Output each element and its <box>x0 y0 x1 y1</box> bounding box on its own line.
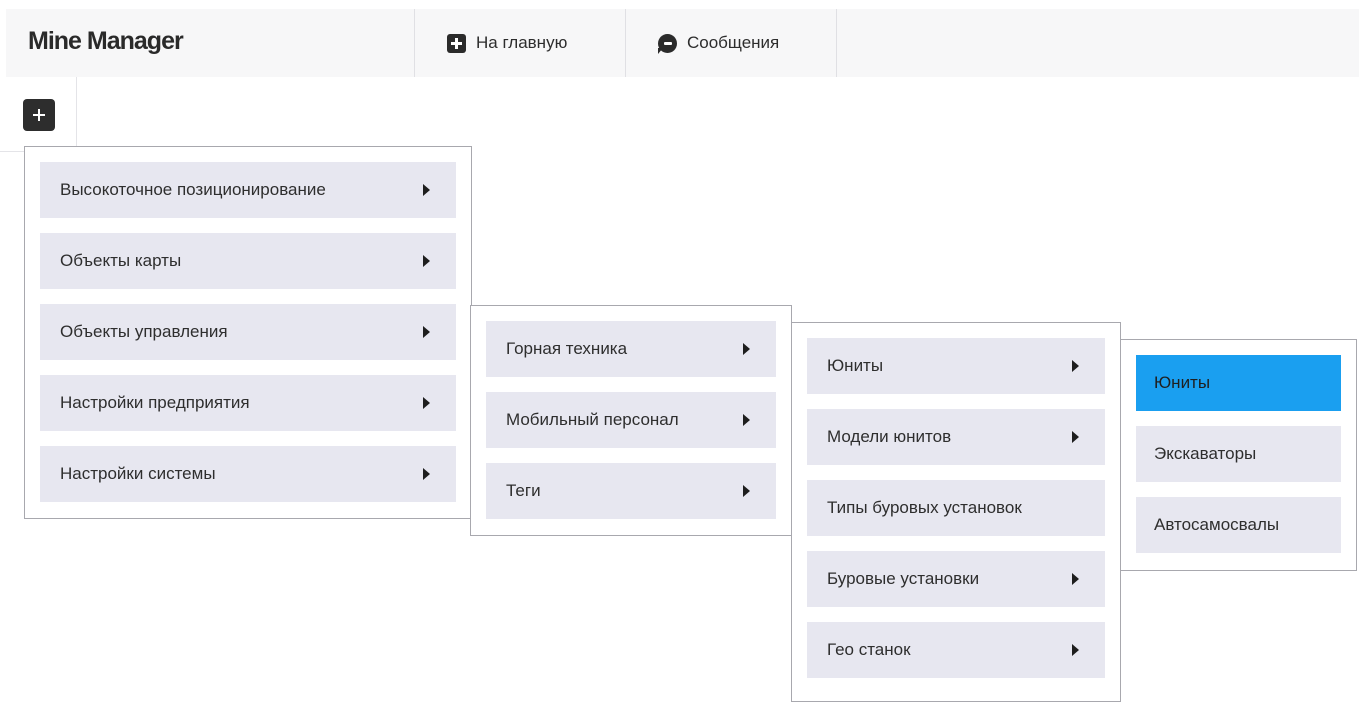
menu-item-label: Мобильный персонал <box>506 410 679 429</box>
menu-item-label: Горная техника <box>506 339 628 358</box>
caret-right-icon <box>743 485 750 497</box>
nav-home-link[interactable]: На главную <box>414 9 626 77</box>
top-navbar: Mine Manager На главную Сообщения <box>6 9 1359 77</box>
app-title[interactable]: Mine Manager <box>28 9 184 77</box>
caret-right-icon <box>423 326 430 338</box>
menu-item-label: Модели юнитов <box>827 427 952 446</box>
menu-item-label: Настройки предприятия <box>60 393 250 412</box>
caret-right-icon <box>423 255 430 267</box>
menu-item-precise-positioning[interactable]: Высокоточное позиционирование <box>40 162 456 218</box>
nav-messages-link[interactable]: Сообщения <box>625 9 837 77</box>
menu-level-3: Юниты Модели юнитов Типы буровых установ… <box>791 322 1121 702</box>
menu-item-label: Экскаваторы <box>1154 444 1257 463</box>
menu-item-label: Буровые установки <box>827 569 980 588</box>
menu-item-drill-rigs[interactable]: Буровые установки <box>807 551 1105 607</box>
menu-item-label: Юниты <box>827 356 884 375</box>
menu-item-geo-machine[interactable]: Гео станок <box>807 622 1105 678</box>
menu-item-excavators[interactable]: Экскаваторы <box>1136 426 1341 482</box>
add-button[interactable] <box>23 99 55 131</box>
nav-home-label: На главную <box>476 33 568 52</box>
menu-item-dump-trucks[interactable]: Автосамосвалы <box>1136 497 1341 553</box>
menu-item-mining-equipment[interactable]: Горная техника <box>486 321 776 377</box>
menu-item-unit-models[interactable]: Модели юнитов <box>807 409 1105 465</box>
menu-item-map-objects[interactable]: Объекты карты <box>40 233 456 289</box>
menu-item-label: Настройки системы <box>60 464 216 483</box>
caret-right-icon <box>743 343 750 355</box>
menu-item-label: Юниты <box>1154 373 1211 392</box>
menu-item-label: Типы буровых установок <box>827 498 1022 517</box>
menu-item-tags[interactable]: Теги <box>486 463 776 519</box>
plus-square-icon <box>447 33 466 53</box>
nav-messages-label: Сообщения <box>687 33 780 52</box>
menu-item-label: Гео станок <box>827 640 911 659</box>
menu-item-label: Автосамосвалы <box>1154 515 1280 534</box>
menu-item-enterprise-settings[interactable]: Настройки предприятия <box>40 375 456 431</box>
caret-right-icon <box>423 397 430 409</box>
menu-item-units-active[interactable]: Юниты <box>1136 355 1341 411</box>
caret-right-icon <box>1072 431 1079 443</box>
caret-right-icon <box>423 468 430 480</box>
menu-item-label: Объекты управления <box>60 322 228 341</box>
menu-item-mobile-personnel[interactable]: Мобильный персонал <box>486 392 776 448</box>
menu-item-label: Теги <box>506 481 541 500</box>
menu-level-4: Юниты Экскаваторы Автосамосвалы <box>1120 339 1357 571</box>
caret-right-icon <box>1072 573 1079 585</box>
add-area <box>0 77 77 152</box>
menu-item-system-settings[interactable]: Настройки системы <box>40 446 456 502</box>
caret-right-icon <box>1072 644 1079 656</box>
menu-level-1: Высокоточное позиционирование Объекты ка… <box>24 146 472 519</box>
menu-item-label: Высокоточное позиционирование <box>60 180 326 199</box>
menu-item-units[interactable]: Юниты <box>807 338 1105 394</box>
caret-right-icon <box>1072 360 1079 372</box>
caret-right-icon <box>423 184 430 196</box>
menu-item-drill-rig-types[interactable]: Типы буровых установок <box>807 480 1105 536</box>
menu-level-2: Горная техника Мобильный персонал Теги <box>470 305 792 536</box>
menu-item-label: Объекты карты <box>60 251 182 270</box>
chat-icon <box>658 33 677 54</box>
menu-item-control-objects[interactable]: Объекты управления <box>40 304 456 360</box>
caret-right-icon <box>743 414 750 426</box>
